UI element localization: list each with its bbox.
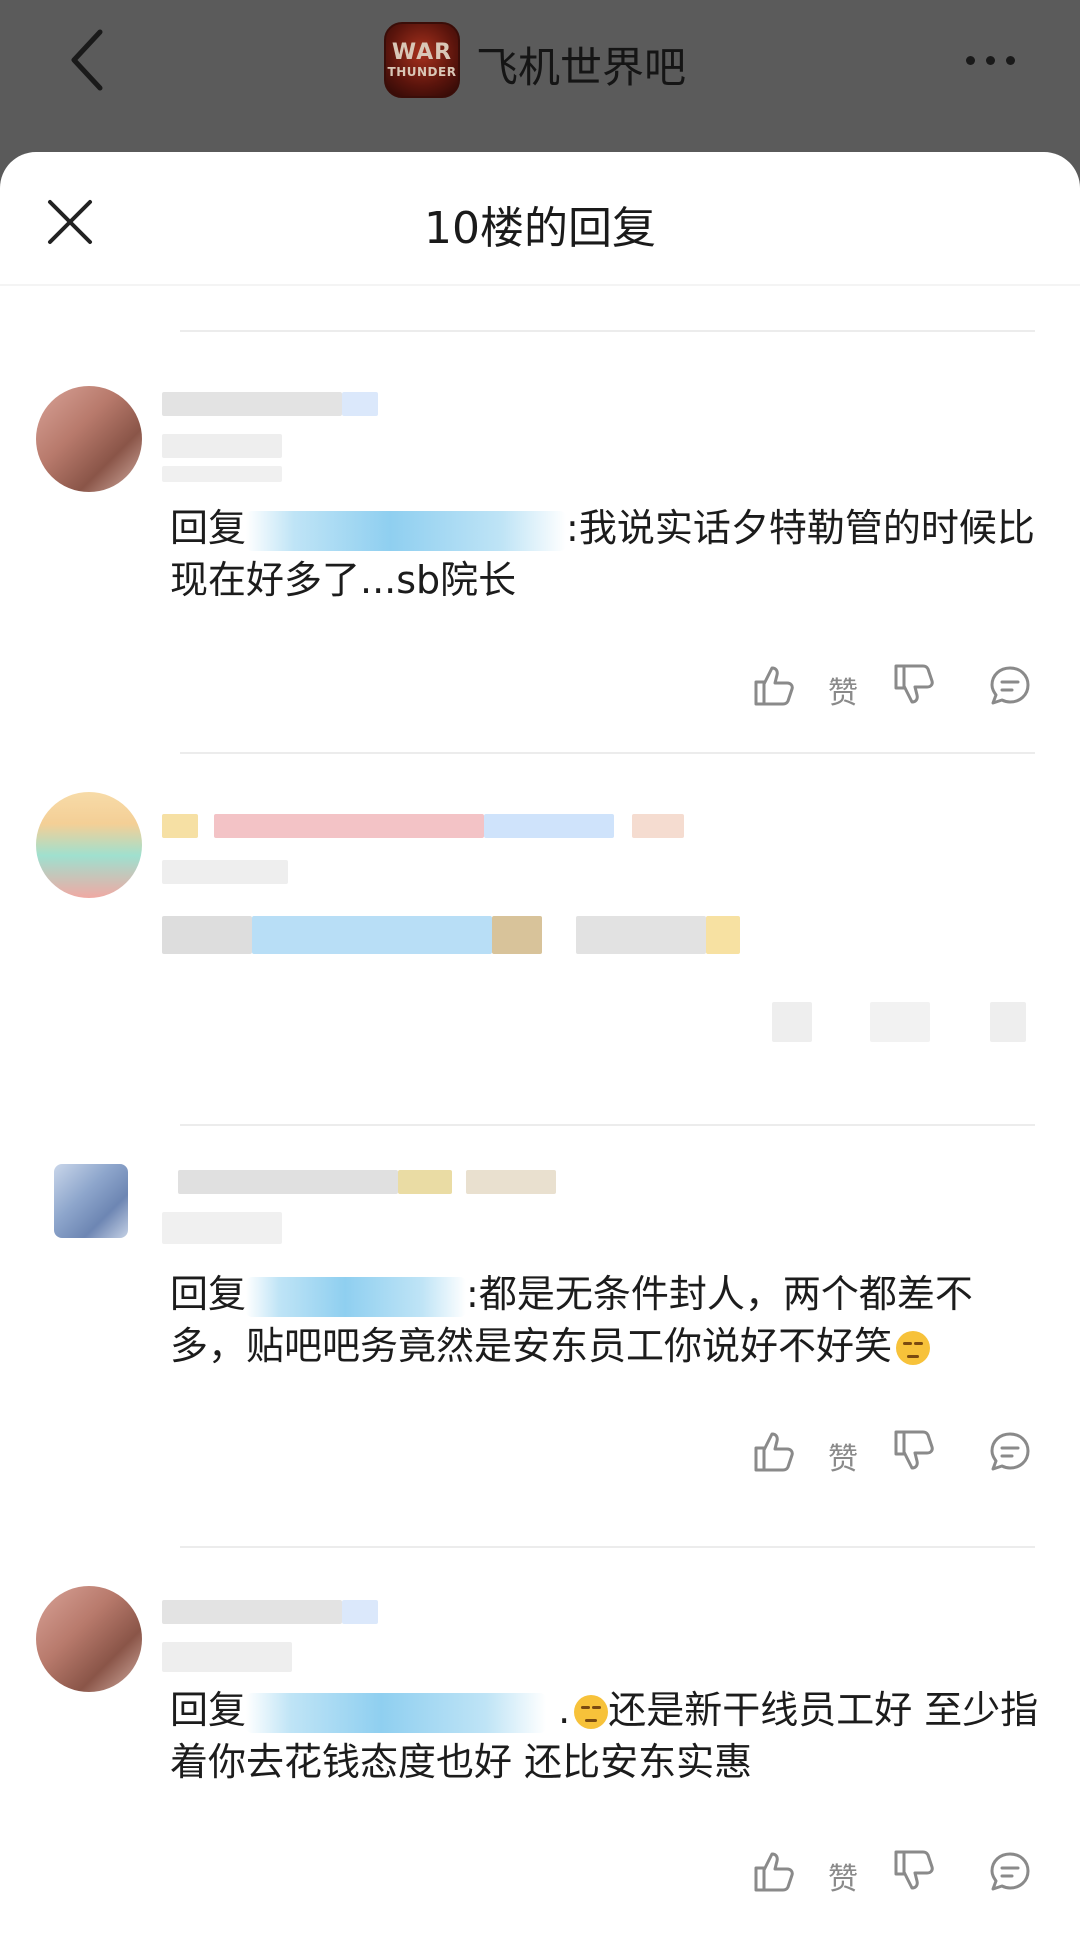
like-button[interactable] <box>752 1428 796 1474</box>
badge-blurred <box>632 814 684 838</box>
logo-subtext: THUNDER <box>387 65 457 79</box>
reply-actions: 赞 <box>0 662 1080 722</box>
reply-actions: 赞 <box>0 1428 1080 1488</box>
top-app-bar: WAR THUNDER 飞机世界吧 <box>0 0 1080 150</box>
content-blurred <box>576 916 706 954</box>
thumbs-up-icon <box>754 1432 794 1472</box>
avatar[interactable] <box>36 792 142 898</box>
sheet-title: 10楼的回复 <box>424 203 656 254</box>
sheet-header: 10楼的回复 <box>0 152 1080 282</box>
reply-prefix: 回复 <box>170 1272 247 1316</box>
actions-blurred <box>870 1002 930 1042</box>
like-label[interactable]: 赞 <box>828 1854 858 1898</box>
reply-content: 回复:我说实话夕特勒管的时候比现在好多了...sb院长 <box>170 502 1040 606</box>
like-button[interactable] <box>752 662 796 708</box>
reply-item <box>0 752 1080 1122</box>
mention-blurred[interactable] <box>246 1276 467 1317</box>
divider <box>180 752 1035 754</box>
reply-content: 回复 . 还是新干线员工好 至少指着你去花钱态度也好 还比安东实惠 <box>170 1688 1039 1784</box>
content-blurred <box>706 916 740 954</box>
back-button[interactable] <box>52 20 132 100</box>
like-label[interactable]: 赞 <box>828 668 858 712</box>
avatar[interactable] <box>36 386 142 492</box>
smile-emoji-icon <box>574 1695 609 1729</box>
username-blurred[interactable] <box>162 1600 342 1624</box>
reply-item: 回复:都是无条件封人，两个都差不多，贴吧吧务竟然是安东员工你说好不好笑 赞 <box>0 1124 1080 1544</box>
actions-blurred <box>990 1002 1026 1042</box>
replies-sheet: 10楼的回复 回复:我说实话夕特勒管的时候比现在好多了...sb院长 赞 回复… <box>0 152 1080 1934</box>
badge-blurred <box>466 1170 556 1194</box>
badge-blurred <box>342 392 378 416</box>
thumbs-down-icon <box>894 664 934 704</box>
unamused-emoji-icon <box>896 1331 931 1365</box>
username-blurred[interactable] <box>162 392 342 416</box>
dislike-button[interactable] <box>892 1848 936 1894</box>
meta-blurred <box>162 1642 292 1672</box>
divider <box>0 284 1080 286</box>
content-blurred <box>162 916 252 954</box>
thumbs-down-icon <box>894 1850 934 1890</box>
badge-blurred <box>398 1170 452 1194</box>
thumbs-up-icon <box>754 666 794 706</box>
username-blurred[interactable] <box>178 1170 398 1194</box>
divider <box>180 1124 1035 1126</box>
content-blurred <box>252 916 492 954</box>
reply-content: 回复:都是无条件封人，两个都差不多，贴吧吧务竟然是安东员工你说好不好笑 <box>170 1268 1040 1372</box>
divider <box>180 330 1035 332</box>
forum-logo[interactable]: WAR THUNDER <box>384 22 460 98</box>
meta-blurred <box>162 466 282 482</box>
mention-blurred[interactable] <box>246 1692 547 1733</box>
username-blurred[interactable] <box>214 814 484 838</box>
like-label[interactable]: 赞 <box>828 1434 858 1478</box>
badge-blurred <box>162 814 198 838</box>
comment-bubble-icon <box>990 1432 1030 1471</box>
mention-blurred[interactable] <box>246 510 567 551</box>
logo-text: WAR <box>391 40 453 65</box>
content-blurred <box>492 916 542 954</box>
dislike-button[interactable] <box>892 662 936 708</box>
reply-prefix: 回复 <box>170 1688 247 1732</box>
comment-bubble-icon <box>990 1852 1030 1891</box>
chevron-left-icon <box>71 29 103 91</box>
actions-blurred <box>772 1002 812 1042</box>
comment-bubble-icon <box>990 666 1030 705</box>
forum-title[interactable]: 飞机世界吧 <box>476 34 686 95</box>
reply-prefix: 回复 <box>170 506 247 550</box>
thumbs-up-icon <box>754 1852 794 1892</box>
meta-blurred <box>162 434 282 458</box>
comment-button[interactable] <box>988 1430 1032 1474</box>
more-dots-icon <box>966 56 975 65</box>
avatar[interactable] <box>54 1164 128 1238</box>
reply-item: 回复 . 还是新干线员工好 至少指着你去花钱态度也好 还比安东实惠 赞 <box>0 1546 1080 1934</box>
more-dots-icon <box>1006 56 1015 65</box>
thumbs-down-icon <box>894 1430 934 1470</box>
reply-item: 回复:我说实话夕特勒管的时候比现在好多了...sb院长 赞 <box>0 330 1080 750</box>
dislike-button[interactable] <box>892 1428 936 1474</box>
badge-blurred <box>484 814 614 838</box>
divider <box>180 1546 1035 1548</box>
more-options-button[interactable] <box>960 40 1020 80</box>
more-dots-icon <box>986 56 995 65</box>
meta-blurred <box>162 1212 282 1244</box>
badge-blurred <box>342 1600 378 1624</box>
comment-button[interactable] <box>988 1850 1032 1894</box>
reply-actions: 赞 <box>0 1848 1080 1908</box>
avatar[interactable] <box>36 1586 142 1692</box>
like-button[interactable] <box>752 1848 796 1894</box>
comment-button[interactable] <box>988 664 1032 708</box>
meta-blurred <box>162 860 288 884</box>
